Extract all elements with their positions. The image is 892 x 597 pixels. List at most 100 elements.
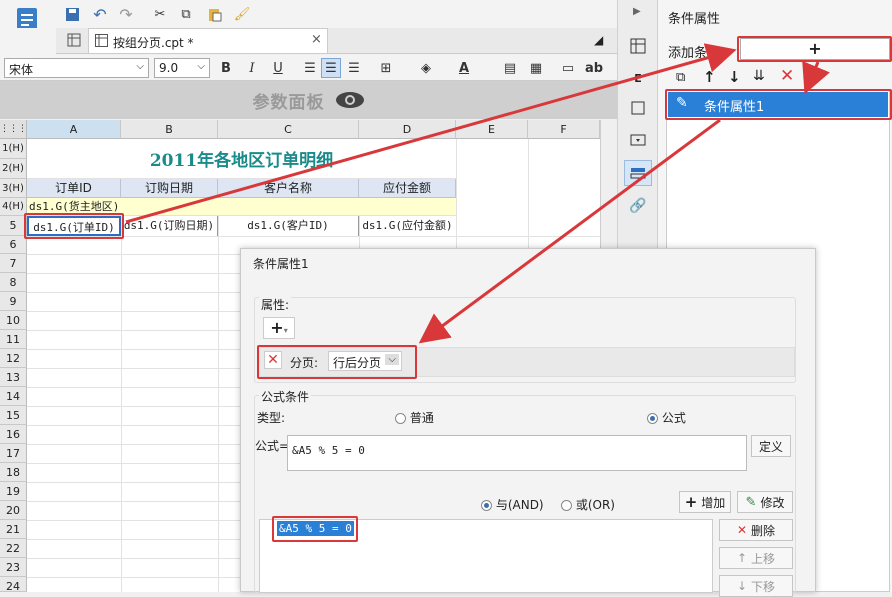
formula-input[interactable]: &A5 % 5 = 0 bbox=[287, 435, 747, 471]
highlight-item bbox=[665, 89, 892, 120]
cell-element-icon[interactable] bbox=[628, 36, 648, 56]
parameter-panel[interactable]: 参数面板 bbox=[0, 81, 617, 119]
row-header[interactable]: 1(H) bbox=[0, 139, 27, 159]
column-header-f[interactable]: F bbox=[528, 120, 600, 139]
header-cell[interactable]: 应付金额 bbox=[359, 179, 456, 198]
hyperlink-icon[interactable]: 🔗 bbox=[628, 196, 648, 216]
merge-cells-icon[interactable]: ▤ bbox=[500, 58, 520, 78]
column-header-b[interactable]: B bbox=[121, 120, 218, 139]
define-button[interactable]: 定义 bbox=[751, 435, 791, 457]
radio-icon bbox=[647, 413, 658, 424]
bold-button[interactable]: B bbox=[216, 58, 236, 78]
type-normal-radio[interactable]: 普通 bbox=[395, 409, 434, 426]
close-tab-icon[interactable]: × bbox=[311, 32, 322, 47]
copy-icon[interactable]: ⧉ bbox=[676, 70, 685, 85]
column-header-a[interactable]: A bbox=[27, 120, 121, 139]
row-header[interactable]: 5 bbox=[0, 216, 27, 236]
cell-attr-icon[interactable]: E bbox=[628, 68, 648, 88]
delete-icon[interactable]: ✕ bbox=[780, 66, 794, 86]
row-header[interactable]: 12 bbox=[0, 349, 27, 368]
row-header[interactable]: 10 bbox=[0, 311, 27, 330]
row-header[interactable]: 24 bbox=[0, 577, 27, 592]
row-header[interactable]: 15 bbox=[0, 406, 27, 425]
fill-color-icon[interactable]: ◈ bbox=[416, 58, 436, 78]
add-condition-btn[interactable]: + 增加 bbox=[679, 491, 731, 513]
type-formula-radio[interactable]: 公式 bbox=[647, 409, 686, 426]
split-cells-icon[interactable]: ▦ bbox=[526, 58, 546, 78]
row-header[interactable]: 9 bbox=[0, 292, 27, 311]
header-cell[interactable]: 订单ID bbox=[27, 179, 121, 198]
define-button-label: 定义 bbox=[758, 439, 783, 454]
row-header[interactable]: 13 bbox=[0, 368, 27, 387]
align-center-icon[interactable]: ☰ bbox=[321, 58, 341, 78]
arrow-down-icon: ↓ bbox=[736, 579, 748, 593]
row-header[interactable]: 23 bbox=[0, 558, 27, 577]
copy-icon[interactable]: ⧉ bbox=[176, 4, 196, 24]
format-brush-icon[interactable]: 🖌 bbox=[232, 4, 252, 24]
row-header[interactable]: 19 bbox=[0, 482, 27, 501]
type-normal-label: 普通 bbox=[409, 411, 434, 425]
eye-icon[interactable] bbox=[335, 91, 365, 109]
edit-condition-btn[interactable]: ✎ 修改 bbox=[737, 491, 793, 513]
data-cell-b5[interactable]: ds1.G(订购日期) bbox=[121, 216, 218, 236]
row-header[interactable]: 17 bbox=[0, 444, 27, 463]
file-tab-title: 按组分页.cpt * bbox=[113, 36, 194, 50]
sort-icon[interactable]: ⇊ bbox=[753, 68, 765, 84]
delete-condition-btn[interactable]: ✕ 删除 bbox=[719, 519, 793, 541]
header-cell[interactable]: 订购日期 bbox=[121, 179, 218, 198]
header-cell[interactable]: 客户名称 bbox=[218, 179, 359, 198]
text-color-button[interactable]: A bbox=[454, 58, 474, 78]
underline-button[interactable]: U bbox=[268, 58, 288, 78]
move-up-btn[interactable]: ↑ 上移 bbox=[719, 547, 793, 569]
row-header[interactable]: 14 bbox=[0, 387, 27, 406]
plus-icon: + bbox=[684, 493, 698, 511]
row-header[interactable]: 4(H) bbox=[0, 198, 27, 216]
align-left-icon[interactable]: ☰ bbox=[300, 58, 320, 78]
select-all-corner[interactable]: ⋮⋮⋮ bbox=[0, 120, 27, 139]
tab-menu-icon[interactable]: ◢ bbox=[594, 33, 603, 47]
add-attr-button[interactable]: +▾ bbox=[263, 317, 295, 339]
row-header[interactable]: 21 bbox=[0, 520, 27, 539]
paste-icon[interactable] bbox=[204, 4, 224, 24]
font-size-select[interactable]: 9.0 ⌵ bbox=[154, 58, 210, 78]
data-cell-c5[interactable]: ds1.G(客户ID) bbox=[218, 216, 359, 236]
widget-icon[interactable] bbox=[628, 130, 648, 150]
wrap-icon[interactable]: ▭ bbox=[558, 58, 578, 78]
font-family-select[interactable]: 宋体 ⌵ bbox=[4, 58, 149, 78]
row-header[interactable]: 2(H) bbox=[0, 159, 27, 179]
align-right-icon[interactable]: ☰ bbox=[344, 58, 364, 78]
column-header-e[interactable]: E bbox=[456, 120, 528, 139]
edit-btn-label: 修改 bbox=[760, 495, 785, 510]
grid-view-icon[interactable] bbox=[66, 32, 82, 48]
row-header[interactable]: 6 bbox=[0, 236, 27, 254]
cut-icon[interactable]: ✂ bbox=[150, 4, 170, 24]
report-title-cell[interactable]: 2011年各地区订单明细 bbox=[27, 139, 456, 179]
ab-button[interactable]: ab bbox=[584, 58, 604, 78]
column-header-d[interactable]: D bbox=[359, 120, 456, 139]
arrow-down-icon[interactable]: ↓ bbox=[728, 68, 741, 86]
row-header[interactable]: 20 bbox=[0, 501, 27, 520]
move-down-btn[interactable]: ↓ 下移 bbox=[719, 575, 793, 597]
save-icon[interactable] bbox=[62, 4, 82, 24]
row-header[interactable]: 22 bbox=[0, 539, 27, 558]
column-header-c[interactable]: C bbox=[218, 120, 359, 139]
collapse-arrow-icon[interactable]: ▶ bbox=[633, 6, 641, 17]
row-header[interactable]: 16 bbox=[0, 425, 27, 444]
and-radio[interactable]: 与(AND) bbox=[481, 496, 544, 513]
or-radio[interactable]: 或(OR) bbox=[561, 496, 615, 513]
condition-attr-icon[interactable] bbox=[624, 160, 652, 186]
float-element-icon[interactable] bbox=[628, 98, 648, 118]
file-tab[interactable]: 按组分页.cpt * × bbox=[88, 28, 328, 53]
row-header[interactable]: 11 bbox=[0, 330, 27, 349]
redo-icon[interactable]: ↷ bbox=[116, 4, 136, 24]
row-header[interactable]: 18 bbox=[0, 463, 27, 482]
italic-button[interactable]: I bbox=[242, 58, 262, 78]
arrow-up-icon[interactable]: ↑ bbox=[703, 68, 716, 86]
or-label: 或(OR) bbox=[575, 498, 615, 512]
data-cell-d5[interactable]: ds1.G(应付金额) bbox=[359, 216, 456, 236]
row-header[interactable]: 3(H) bbox=[0, 179, 27, 198]
row-header[interactable]: 8 bbox=[0, 273, 27, 292]
row-header[interactable]: 7 bbox=[0, 254, 27, 273]
border-icon[interactable]: ⊞ bbox=[376, 58, 396, 78]
undo-icon[interactable]: ↶ bbox=[90, 4, 110, 24]
